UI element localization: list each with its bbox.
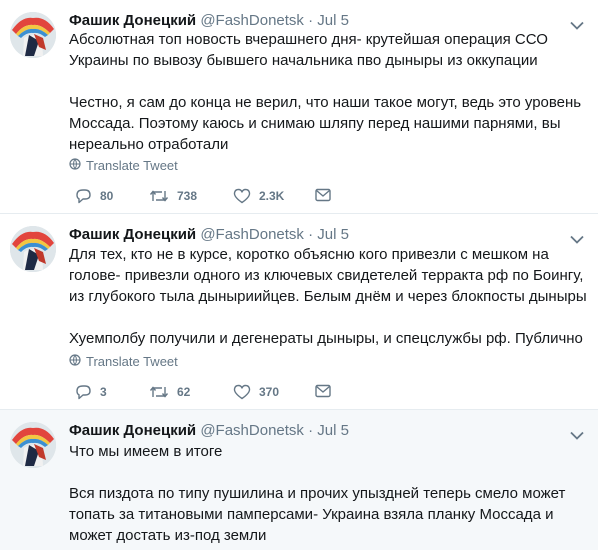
reply-count: 80 [100,189,114,203]
tweet[interactable]: Фашик Донецкий @FashDonetsk · Jul 5 Что … [0,410,598,550]
like-button[interactable]: 2.3K [233,188,284,204]
tweet-line: Честно, я сам до конца не верил, что наш… [69,94,582,111]
retweet-count: 738 [177,189,198,203]
reply-icon [75,188,92,204]
tweet-line: может достать из-под земли [69,527,267,544]
tweet[interactable]: Фашик Донецкий @FashDonetsk · Jul 5 Для … [0,214,598,410]
tweet-line: Украины по вывозу бывшего начальника пво… [69,52,538,69]
avatar[interactable] [10,422,56,468]
tweet-actions: 3 62 370 [75,384,375,404]
tweet-line [69,71,579,92]
chevron-down-icon[interactable] [570,428,584,440]
retweet-icon [149,188,169,204]
envelope-icon [315,384,331,398]
heart-icon [233,384,251,400]
globe-icon [69,354,81,369]
tweet-line: голове- привезли одного из ключевых свид… [69,267,584,284]
retweet-button[interactable]: 738 [149,188,197,204]
like-button[interactable]: 370 [233,384,279,400]
avatar[interactable] [10,226,56,272]
translate-tweet-link[interactable]: Translate Tweet [69,158,178,173]
like-count: 2.3K [259,189,285,203]
reply-icon [75,384,92,400]
tweet-text: Для тех, кто не в курсе, коротко объясню… [69,244,587,349]
tweet-text: Абсолютная топ новость вчерашнего дня- к… [69,29,582,155]
timeline: Фашик Донецкий @FashDonetsk · Jul 5 Абсо… [0,0,598,550]
tweet-line: Что мы имеем в итоге [69,443,223,460]
like-count: 370 [259,385,280,399]
tweet-header: Фашик Донецкий @FashDonetsk · Jul 5 [69,11,349,31]
translate-tweet-link[interactable]: Translate Tweet [69,354,178,369]
globe-icon [69,158,81,173]
retweet-button[interactable]: 62 [149,384,190,400]
separator-dot: · [308,226,314,243]
tweet-line: Вся пиздота по типу пушилина и прочих уп… [69,485,566,502]
tweet-header: Фашик Донецкий @FashDonetsk · Jul 5 [69,225,349,245]
author-handle[interactable]: @FashDonetsk [200,422,304,439]
tweet-date[interactable]: Jul 5 [317,12,349,29]
tweet-date[interactable]: Jul 5 [317,422,349,439]
envelope-icon [315,188,331,202]
avatar[interactable] [10,12,56,58]
author-handle[interactable]: @FashDonetsk [200,12,304,29]
direct-message-button[interactable] [315,384,331,398]
author-name[interactable]: Фашик Донецкий [69,12,196,29]
tweet[interactable]: Фашик Донецкий @FashDonetsk · Jul 5 Абсо… [0,0,598,214]
chevron-down-icon[interactable] [570,18,584,30]
tweet-actions: 80 738 2.3K [75,188,375,208]
retweet-icon [149,384,169,400]
direct-message-button[interactable] [315,188,331,202]
retweet-count: 62 [177,385,191,399]
translate-label: Translate Tweet [86,158,178,173]
separator-dot: · [308,12,314,29]
separator-dot: · [308,422,314,439]
author-name[interactable]: Фашик Донецкий [69,226,196,243]
tweet-header: Фашик Донецкий @FashDonetsk · Jul 5 [69,421,349,441]
tweet-line [69,307,579,328]
tweet-line: из глубокого тыла дыныриийцев. Белым днё… [69,288,587,305]
reply-button[interactable]: 3 [75,384,107,400]
tweet-line: Хуемполбу получили и дегенераты дыныры, … [69,330,583,347]
chevron-down-icon[interactable] [570,232,584,244]
tweet-line: Абсолютная топ новость вчерашнего дня- к… [69,31,548,48]
tweet-line: Моссада. Поэтому каюсь и снимаю шляпу пе… [69,115,561,132]
tweet-line [69,462,579,483]
author-name[interactable]: Фашик Донецкий [69,422,196,439]
tweet-line: нереально отработали [69,136,229,153]
tweet-line: топать за титановыми памперсами- Украина… [69,506,554,523]
heart-icon [233,188,251,204]
reply-count: 3 [100,385,107,399]
tweet-line: Для тех, кто не в курсе, коротко объясню… [69,246,549,263]
translate-label: Translate Tweet [86,354,178,369]
author-handle[interactable]: @FashDonetsk [200,226,304,243]
tweet-date[interactable]: Jul 5 [317,226,349,243]
reply-button[interactable]: 80 [75,188,113,204]
tweet-text: Что мы имеем в итоге Вся пиздота по типу… [69,441,579,546]
